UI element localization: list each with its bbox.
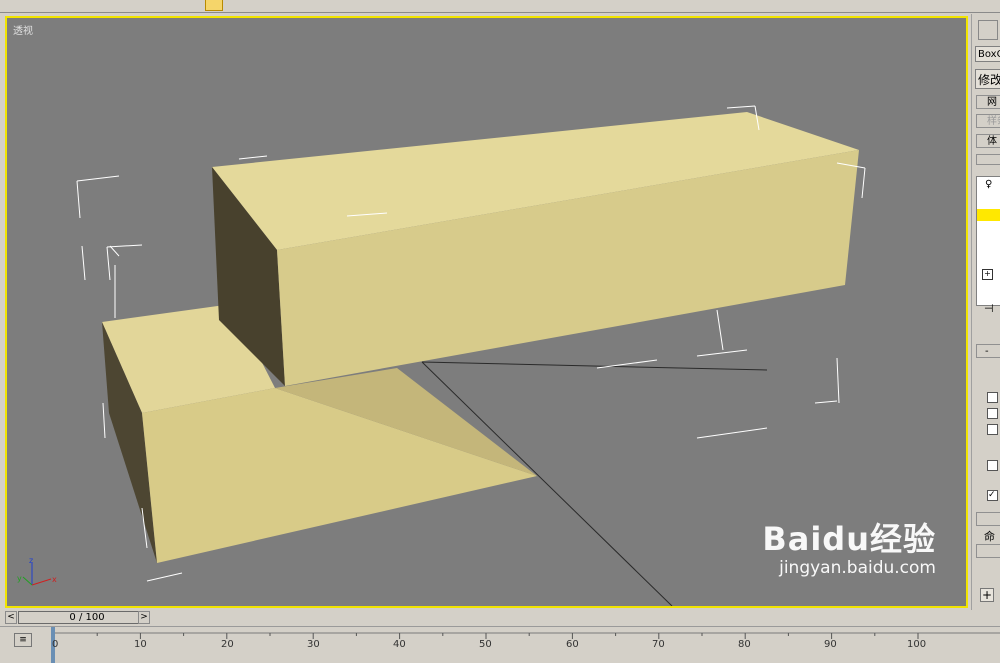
tick-label: 70: [652, 639, 665, 650]
undo-icon[interactable]: [20, 0, 34, 10]
curve-editor-icon[interactable]: [830, 0, 844, 10]
mesh-button[interactable]: 网: [976, 95, 1000, 109]
watermark-sub: jingyan.baidu.com: [779, 558, 936, 578]
spline-button[interactable]: 样条: [976, 114, 1000, 128]
object-name-field[interactable]: BoxO: [975, 46, 1000, 62]
axis-x-label: x: [52, 575, 57, 584]
scale-icon[interactable]: [395, 0, 409, 10]
modifier-stack-selected[interactable]: [977, 209, 1000, 221]
expand-icon[interactable]: +: [982, 269, 993, 280]
rollout-collapse-button[interactable]: -: [976, 344, 1000, 358]
tick-label: 60: [566, 639, 579, 650]
move-icon[interactable]: [335, 0, 349, 10]
tick-label: 40: [393, 639, 406, 650]
tick-label: 90: [824, 639, 837, 650]
perspective-viewport[interactable]: 透视 z x y Baidu经验 jingyan.baidu.com: [5, 16, 968, 608]
lightbulb-icon[interactable]: ♀: [985, 179, 992, 190]
watermark: Baidu经验 jingyan.baidu.com: [762, 514, 936, 578]
tick-label: 20: [221, 639, 234, 650]
modifier-list-dropdown[interactable]: 修改: [975, 69, 1000, 89]
upper-box: [212, 112, 859, 386]
tick-label: 100: [907, 639, 927, 650]
unlink-icon[interactable]: [90, 0, 104, 10]
tick-label: 10: [134, 639, 147, 650]
prev-frame-button[interactable]: <: [5, 611, 17, 624]
manipulate-icon[interactable]: [485, 0, 499, 10]
select-object-icon[interactable]: [205, 0, 223, 11]
spelling-icon[interactable]: [685, 0, 699, 10]
mirror-icon[interactable]: [650, 0, 664, 10]
axis-y-label: y: [17, 574, 22, 583]
body-button[interactable]: 体: [976, 134, 1000, 148]
command-button[interactable]: [976, 544, 1000, 558]
render-icon[interactable]: [900, 0, 914, 10]
region-select-icon[interactable]: [265, 0, 279, 10]
watermark-main: Baidu经验: [762, 520, 936, 558]
checkbox-5-checked[interactable]: ✓: [987, 490, 998, 501]
panel-bar[interactable]: [976, 154, 1000, 165]
tick-label: 50: [479, 639, 492, 650]
angle-snap-icon[interactable]: [595, 0, 609, 10]
add-button[interactable]: +: [980, 588, 994, 602]
command-panel: BoxO 修改 网 样条 体 ♀ + ⊣ - ✓ 命令: [971, 14, 1000, 610]
panel-button[interactable]: [976, 512, 1000, 526]
time-slider-bar: < 0 / 100 >: [0, 610, 1000, 626]
tick-label: 80: [738, 639, 751, 650]
rotate-icon[interactable]: [365, 0, 379, 10]
ruler-ticks: [52, 632, 1000, 639]
keyboard-shortcut-icon[interactable]: [520, 0, 534, 10]
modifier-stack[interactable]: ♀ +: [976, 176, 1000, 306]
axis-z-label: z: [29, 556, 33, 565]
checkbox-1[interactable]: [987, 392, 998, 403]
time-slider[interactable]: 0 / 100: [18, 611, 150, 624]
tick-label: 0: [52, 639, 59, 650]
pointer-icon[interactable]: [978, 20, 998, 40]
material-editor-icon[interactable]: [860, 0, 874, 10]
checkbox-2[interactable]: [987, 408, 998, 419]
quick-render-icon[interactable]: [940, 0, 954, 10]
bind-icon[interactable]: [130, 0, 144, 10]
checkbox-4[interactable]: [987, 460, 998, 471]
window-crossing-icon[interactable]: [295, 0, 309, 10]
track-bar[interactable]: ≡ 0 10 20 30 40 50 60 70 80 90 100: [0, 626, 1000, 663]
select-by-name-icon[interactable]: [240, 0, 254, 10]
snap-icon[interactable]: [560, 0, 574, 10]
tick-label: 30: [307, 639, 320, 650]
time-slider-text: 0 / 100: [69, 612, 105, 623]
select-link-icon[interactable]: [60, 0, 74, 10]
axis-tripod-icon: [22, 563, 52, 586]
pin-stack-icon[interactable]: ⊣: [984, 302, 994, 315]
checkbox-3[interactable]: [987, 424, 998, 435]
grid-axis-line: [421, 361, 768, 371]
next-frame-button[interactable]: >: [138, 611, 150, 624]
main-toolbar: [0, 0, 1000, 13]
